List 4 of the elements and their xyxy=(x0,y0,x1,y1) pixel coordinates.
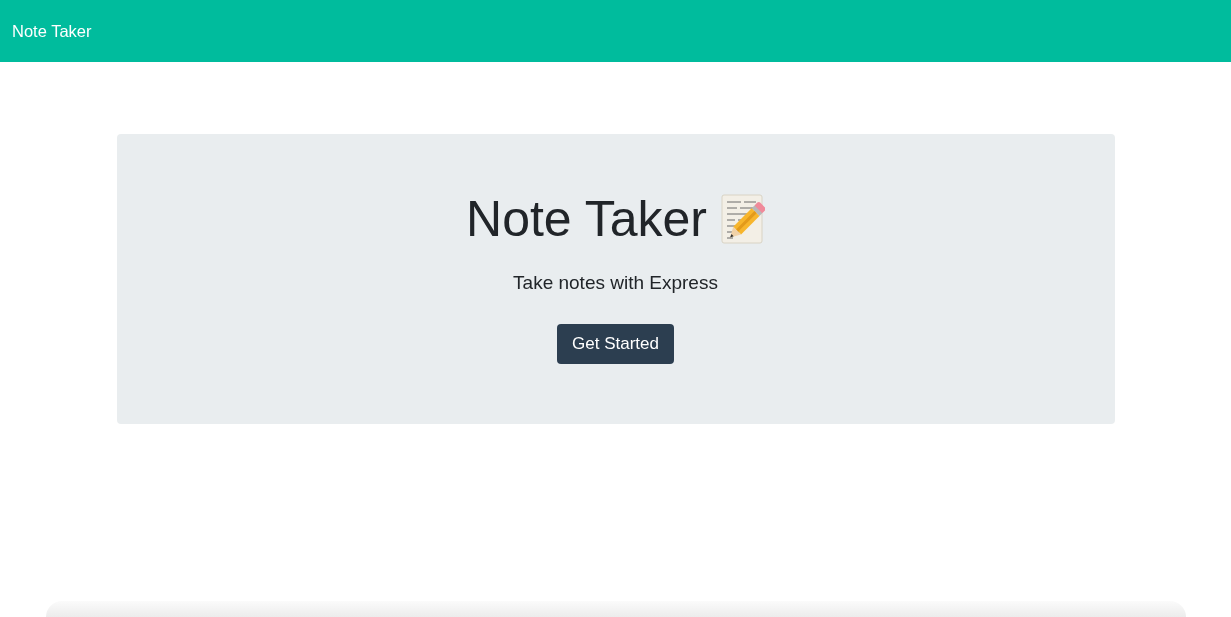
hero-title: Note Taker xyxy=(466,190,707,249)
memo-icon xyxy=(720,194,765,244)
get-started-button[interactable]: Get Started xyxy=(557,324,674,364)
hero-subtitle: Take notes with Express xyxy=(513,271,718,295)
